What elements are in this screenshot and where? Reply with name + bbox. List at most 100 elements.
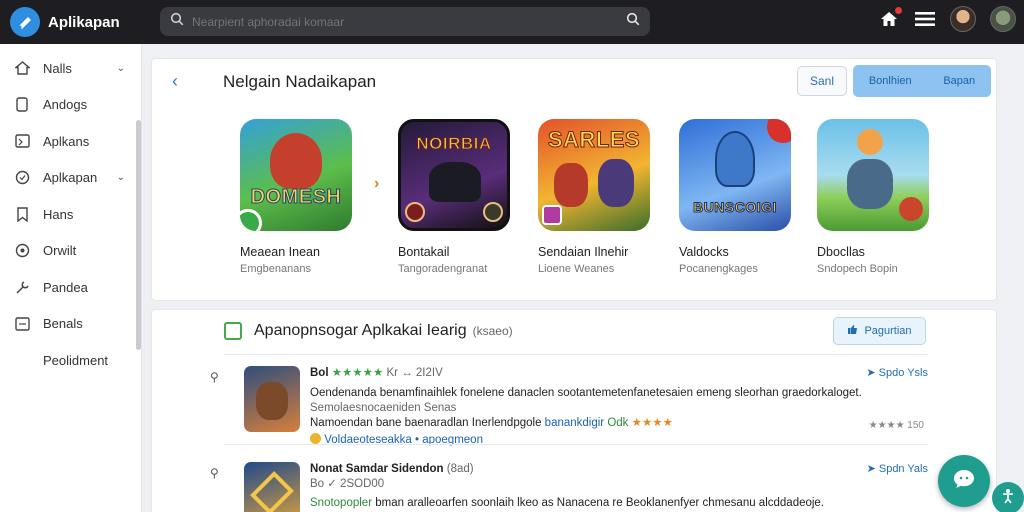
sidebar-item-label: Benals <box>43 316 83 332</box>
app-subtitle: Sndopech Bopin <box>817 263 898 275</box>
app-name: Meaean Inean <box>240 245 320 259</box>
avatar[interactable] <box>950 6 976 32</box>
list-item-secondary: Semolaesnocaeniden Senas <box>310 402 457 414</box>
sidebar-item-label: Aplkans <box>43 133 90 149</box>
featured-app-card[interactable]: BUNSCOIGI Valdocks Pocanengkages <box>679 119 809 275</box>
list-item-description: bman aralleoarfen soonlaih lkeo as Nanac… <box>375 497 825 509</box>
accessibility-icon <box>1001 488 1015 509</box>
thumb-up-icon <box>847 324 858 338</box>
section-count: (ksaeo) <box>472 324 513 338</box>
app-subtitle: Lioene Weanes <box>538 263 615 275</box>
chat-icon <box>952 468 976 495</box>
avatar-secondary[interactable] <box>990 6 1016 32</box>
list-item-tag: Odk <box>607 417 629 429</box>
list-item-secondary: Bo ✓ 2SOD00 <box>310 478 385 490</box>
arrow-icon: ➤ <box>866 367 876 379</box>
app-art-text: BUNSCOIGI <box>693 199 777 216</box>
chevron-down-icon: ⌄ <box>116 172 125 184</box>
search-submit-icon[interactable] <box>626 12 640 31</box>
app-thumbnail <box>817 119 929 231</box>
sidebar-item-aplkans[interactable]: Aplkans <box>0 123 141 160</box>
shield-icon <box>14 170 30 186</box>
app-name: Dbocllas <box>817 245 865 259</box>
chat-button[interactable] <box>938 455 990 507</box>
list-item-meta: (8ad) <box>446 463 474 475</box>
notification-dot <box>895 7 902 14</box>
divider <box>224 444 928 445</box>
list-panel: Apanopnsogar Aplkakai Iearig (ksaeo) Pag… <box>151 309 997 512</box>
sidebar-item-peolidment[interactable]: Peolidment <box>0 342 141 379</box>
section-icon <box>224 322 242 340</box>
featured-app-card[interactable]: SARLES Sendaian Ilnehir Lioene Weanes <box>538 119 668 275</box>
featured-app-card[interactable]: NOIRBIA Bontakail Tangoradengranat <box>398 119 528 275</box>
coin-icon <box>310 433 321 444</box>
sidebar-item-label: Andogs <box>43 97 88 113</box>
page-title: Nelgain Nadaikapan <box>223 72 377 91</box>
bookmark-icon <box>14 206 30 222</box>
list-item-action-label: Spdn Yals <box>878 463 928 475</box>
back-arrow-icon[interactable]: ‹ <box>172 71 178 92</box>
pin-icon[interactable]: ⚲ <box>210 370 219 384</box>
sidebar-item-benals[interactable]: Benals <box>0 306 141 343</box>
app-subtitle: Pocanengkages <box>679 263 758 275</box>
app-art-text: SARLES <box>547 127 641 153</box>
chevron-right-icon[interactable]: › <box>374 175 379 193</box>
list-item-title: Nonat Samdar Sidendon <box>310 463 444 475</box>
pin-icon[interactable]: ⚲ <box>210 466 219 480</box>
sidebar-item-aplkapan[interactable]: Aplkapan ⌄ <box>0 160 141 197</box>
app-art-text: DOMESH <box>250 186 342 209</box>
featured-app-card[interactable]: DOMESH Meaean Inean Emgbenanans <box>240 119 370 275</box>
sidebar-item-nalls[interactable]: Nalls ⌄ <box>0 50 141 87</box>
list-item-body: Bol ★★★★★ Kr ↔ 2I2IV Oendenanda benamfin… <box>310 366 920 448</box>
sidebar-item-label: Aplkapan <box>43 170 98 186</box>
sidebar-item-label: Nalls <box>43 60 72 76</box>
accessibility-button[interactable] <box>992 482 1024 512</box>
app-name: Valdocks <box>679 245 729 259</box>
primary-button[interactable]: Bonlhien Bapan <box>853 65 991 97</box>
list-item-thumbnail <box>244 462 300 512</box>
featured-apps: DOMESH Meaean Inean Emgbenanans › NOIRBI… <box>152 119 998 289</box>
list-item-link[interactable]: banankdigir <box>545 417 604 429</box>
top-bar: Aplikapan <box>0 0 1024 44</box>
sidebar-item-label: Hans <box>43 206 74 222</box>
share-button-label: Pagurtian <box>864 325 912 337</box>
circle-icon <box>14 243 30 259</box>
app-subtitle: Emgbenanans <box>240 263 311 275</box>
list-item-title: Bol <box>310 367 329 379</box>
sidebar-item-orwilt[interactable]: Orwilt <box>0 233 141 270</box>
sidebar-item-andogs[interactable]: Andogs <box>0 87 141 124</box>
list-item-action[interactable]: ➤ Spdo Ysls <box>866 366 928 379</box>
grid-icon <box>14 133 30 149</box>
sidebar-item-hans[interactable]: Hans <box>0 196 141 233</box>
list-item-rating: ★★★★ 150 <box>868 420 924 431</box>
phone-icon <box>14 97 30 113</box>
menu-icon[interactable] <box>914 8 936 30</box>
list-item-thumbnail <box>244 366 300 432</box>
sidebar: Nalls ⌄ Andogs Aplkans Aplkapan ⌄ Hans O… <box>0 44 142 512</box>
primary-button-extra: Bapan <box>943 75 976 87</box>
app-subtitle: Tangoradengranat <box>398 263 488 275</box>
app-name: Sendaian Ilnehir <box>538 245 629 259</box>
search-bar[interactable] <box>160 7 650 36</box>
sidebar-scrollbar[interactable] <box>136 120 141 350</box>
search-input[interactable] <box>192 14 626 29</box>
wrench-icon <box>14 279 30 295</box>
primary-button-label: Bonlhien <box>868 75 912 87</box>
chevron-down-icon: ⌄ <box>116 62 125 74</box>
arrow-icon: ➤ <box>866 463 876 475</box>
rating-stars: ★★★★ <box>631 417 673 429</box>
list-item-detail: Namoendan bane baenaradlan Inerlendpgole <box>310 417 542 429</box>
home-icon <box>14 60 30 76</box>
section-header: Apanopnsogar Aplkakai Iearig (ksaeo) <box>224 322 513 340</box>
list-item-action[interactable]: ➤ Spdn Yals <box>867 462 928 475</box>
featured-app-card[interactable]: Dbocllas Sndopech Bopin <box>817 119 947 275</box>
share-button[interactable]: Pagurtian <box>833 317 926 345</box>
rating-stars: ★★★★★ <box>331 367 384 379</box>
logo-icon <box>10 7 40 37</box>
home-icon[interactable] <box>878 7 902 30</box>
save-button[interactable]: Sanl <box>797 66 847 96</box>
list-item-tag: Snotopopler <box>310 497 373 509</box>
sidebar-item-label: Peolidment <box>43 352 109 368</box>
app-logo[interactable]: Aplikapan <box>10 7 158 37</box>
sidebar-item-pandea[interactable]: Pandea <box>0 269 141 306</box>
